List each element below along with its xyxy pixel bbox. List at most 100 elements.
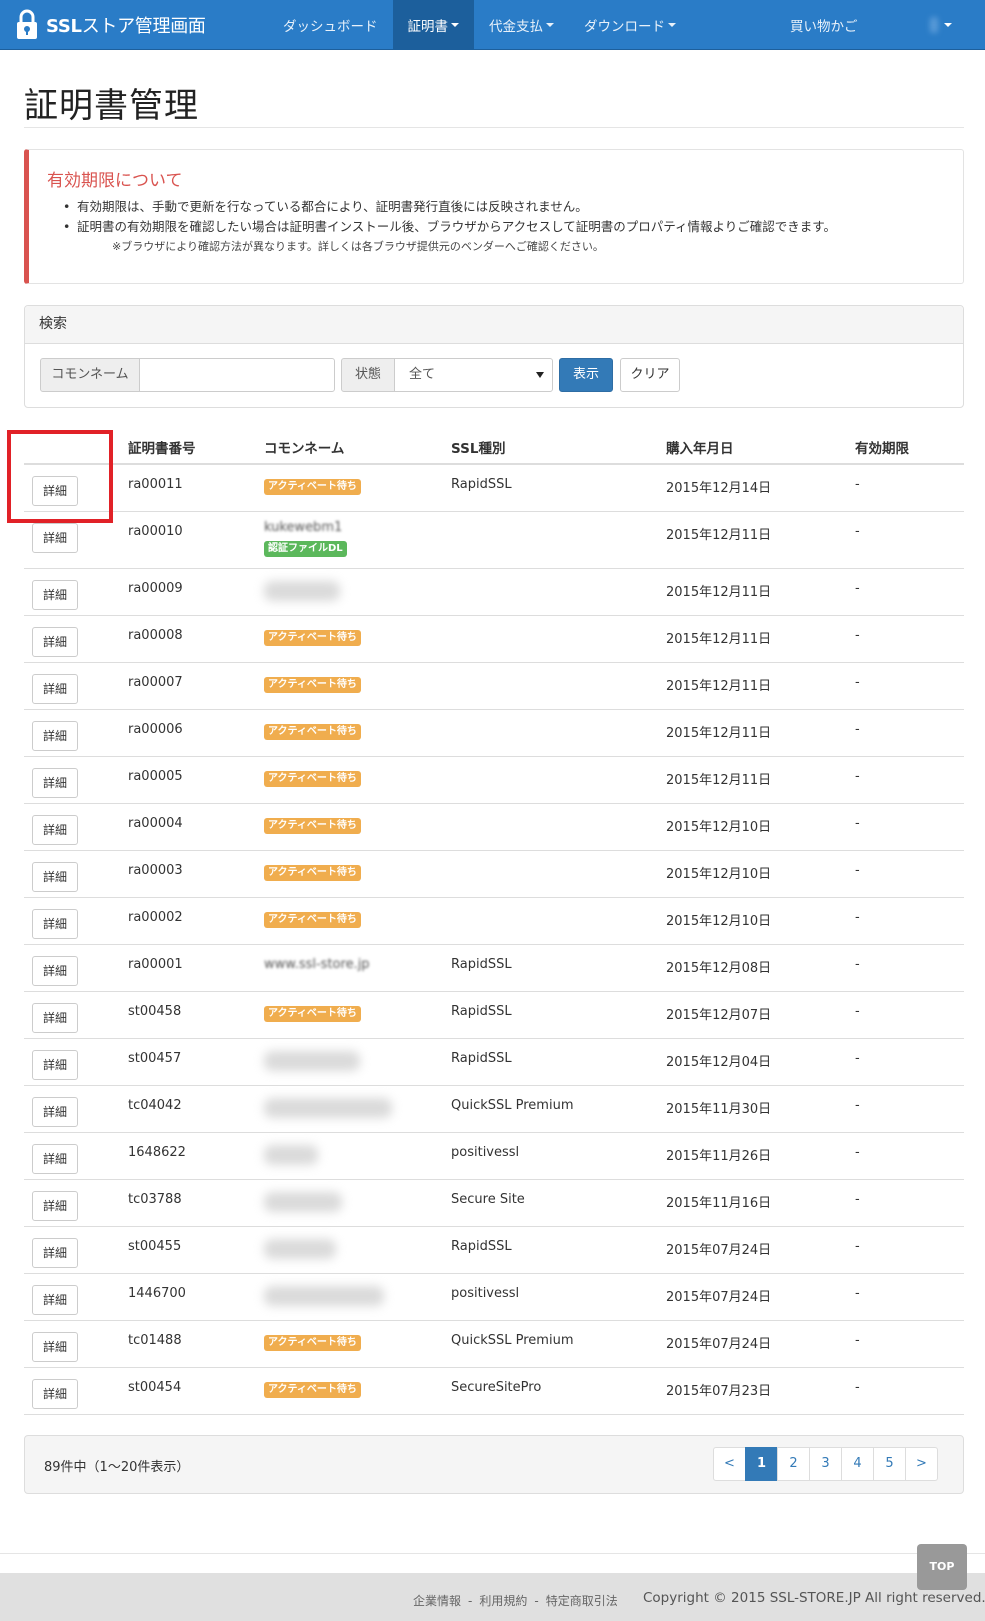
purchase-date: 2015年12月11日 (666, 773, 772, 788)
table-row: 詳細 st00457 RapidSSL 2015年12月04日 - (24, 1039, 964, 1086)
search-submit-button[interactable]: 表示 (559, 358, 613, 392)
expiry-date: - (855, 581, 860, 596)
nav-item-dashboard[interactable]: ダッシュボード (268, 0, 393, 50)
redacted-common-name (264, 1051, 360, 1071)
purchase-date: 2015年11月26日 (666, 1149, 772, 1164)
table-row: 詳細 ra00006 アクティベート待ち 2015年12月11日 - (24, 710, 964, 757)
purchase-date: 2015年12月08日 (666, 961, 772, 976)
brand-title: SSLストア管理画面 (46, 15, 206, 37)
cert-number: ra00007 (128, 675, 183, 690)
detail-button[interactable]: 詳細 (32, 1097, 78, 1127)
nav-item-certificates[interactable]: 証明書 (392, 0, 474, 50)
detail-button[interactable]: 詳細 (32, 815, 78, 845)
notice-heading: 有効期限について (47, 171, 183, 191)
page-2-button[interactable]: 2 (777, 1447, 810, 1481)
detail-button[interactable]: 詳細 (32, 1379, 78, 1409)
notice-item: 証明書の有効期限を確認したい場合は証明書インストール後、ブラウザからアクセスして… (63, 217, 943, 237)
nav-item-payment[interactable]: 代金支払 (474, 0, 569, 50)
detail-button[interactable]: 詳細 (32, 956, 78, 986)
purchase-date: 2015年12月10日 (666, 867, 772, 882)
page-5-button[interactable]: 5 (873, 1447, 906, 1481)
detail-button[interactable]: 詳細 (32, 674, 78, 704)
expiry-date: - (855, 910, 860, 925)
user-menu[interactable] (930, 14, 952, 36)
search-heading: 検索 (25, 306, 963, 344)
cert-number: tc04042 (128, 1098, 182, 1113)
pagination-panel: 89件中（1〜20件表示） <1 2 3 4 5 > (24, 1435, 964, 1494)
detail-button[interactable]: 詳細 (32, 1050, 78, 1080)
detail-button[interactable]: 詳細 (32, 1285, 78, 1315)
detail-button[interactable]: 詳細 (32, 580, 78, 610)
expiry-date: - (855, 524, 860, 539)
cert-number: ra00002 (128, 910, 183, 925)
brand[interactable]: SSLストア管理画面 (0, 0, 268, 50)
nav-right: 買い物かご (790, 0, 952, 50)
header-common-name: コモンネーム (264, 441, 345, 457)
cert-number: ra00003 (128, 863, 183, 878)
notice-list: 有効期限は、手動で更新を行なっている都合により、証明書発行直後には反映されません… (63, 197, 943, 237)
expiry-date: - (855, 1333, 860, 1348)
search-clear-button[interactable]: クリア (620, 358, 680, 392)
table-row: 詳細 ra00008 アクティベート待ち 2015年12月11日 - (24, 616, 964, 663)
table-row: 詳細 ra00010 kukewebm1 認証ファイルDL 2015年12月11日 - (24, 512, 964, 569)
detail-button[interactable]: 詳細 (32, 1238, 78, 1268)
pending-activation-badge: アクティベート待ち (264, 479, 361, 495)
pending-activation-badge: アクティベート待ち (264, 630, 361, 646)
cert-number: tc01488 (128, 1333, 182, 1348)
detail-button[interactable]: 詳細 (32, 909, 78, 939)
detail-button[interactable]: 詳細 (32, 862, 78, 892)
download-auth-file-badge[interactable]: 認証ファイルDL (264, 541, 347, 557)
detail-button[interactable]: 詳細 (32, 721, 78, 751)
expiry-date: - (855, 1098, 860, 1113)
common-name: www.ssl-store.jp (264, 957, 370, 972)
redacted-common-name (264, 1239, 336, 1259)
purchase-date: 2015年12月11日 (666, 528, 772, 543)
pending-activation-badge: アクティベート待ち (264, 818, 361, 834)
detail-button[interactable]: 詳細 (32, 768, 78, 798)
table-row: 詳細 ra00002 アクティベート待ち 2015年12月10日 - (24, 898, 964, 945)
detail-button[interactable]: 詳細 (32, 1332, 78, 1362)
select-arrow-icon (536, 372, 544, 378)
table-row: 詳細 1648622 positivessl 2015年11月26日 - (24, 1133, 964, 1180)
expiry-date: - (855, 722, 860, 737)
nav-item-label: ダウンロード (584, 18, 665, 35)
page-4-button[interactable]: 4 (841, 1447, 874, 1481)
page-1-button[interactable]: 1 (745, 1447, 778, 1481)
detail-button[interactable]: 詳細 (32, 1003, 78, 1033)
next-page-button[interactable]: > (905, 1447, 938, 1481)
nav-item-download[interactable]: ダウンロード (569, 0, 691, 50)
redacted-common-name (264, 1145, 318, 1165)
detail-button[interactable]: 詳細 (32, 1144, 78, 1174)
detail-button[interactable]: 詳細 (32, 627, 78, 657)
purchase-date: 2015年12月04日 (666, 1055, 772, 1070)
table-body: 詳細 ra00011 アクティベート待ち RapidSSL 2015年12月14日 - 詳細… (24, 465, 964, 1415)
footer-link-company[interactable]: 企業情報 (413, 1594, 461, 1608)
header-expiry: 有効期限 (855, 441, 909, 457)
common-name-input[interactable] (139, 358, 335, 392)
expiry-date: - (855, 769, 860, 784)
pending-activation-badge: アクティベート待ち (264, 677, 361, 693)
purchase-date: 2015年12月07日 (666, 1008, 772, 1023)
nav-item-label: ダッシュボード (283, 18, 378, 35)
detail-button[interactable]: 詳細 (32, 1191, 78, 1221)
ssl-type: QuickSSL Premium (451, 1333, 574, 1348)
detail-button[interactable]: 詳細 (32, 523, 78, 553)
footer-link-commerce-law[interactable]: 特定商取引法 (546, 1594, 618, 1608)
footer-link-terms[interactable]: 利用規約 (479, 1594, 527, 1608)
purchase-date: 2015年12月11日 (666, 585, 772, 600)
cert-number: ra00006 (128, 722, 183, 737)
cart-link[interactable]: 買い物かご (790, 15, 858, 35)
back-to-top-button[interactable]: TOP (917, 1544, 967, 1590)
ssl-type: RapidSSL (451, 1239, 512, 1254)
purchase-date: 2015年12月10日 (666, 820, 772, 835)
ssl-type: SecureSitePro (451, 1380, 542, 1395)
expiry-date: - (855, 1004, 860, 1019)
page-3-button[interactable]: 3 (809, 1447, 842, 1481)
prev-page-button[interactable]: < (713, 1447, 746, 1481)
purchase-date: 2015年07月24日 (666, 1290, 772, 1305)
detail-button[interactable]: 詳細 (32, 476, 78, 506)
redacted-common-name (264, 1192, 342, 1212)
pending-activation-badge: アクティベート待ち (264, 865, 361, 881)
purchase-date: 2015年07月24日 (666, 1243, 772, 1258)
status-select[interactable]: 全て (394, 358, 553, 392)
